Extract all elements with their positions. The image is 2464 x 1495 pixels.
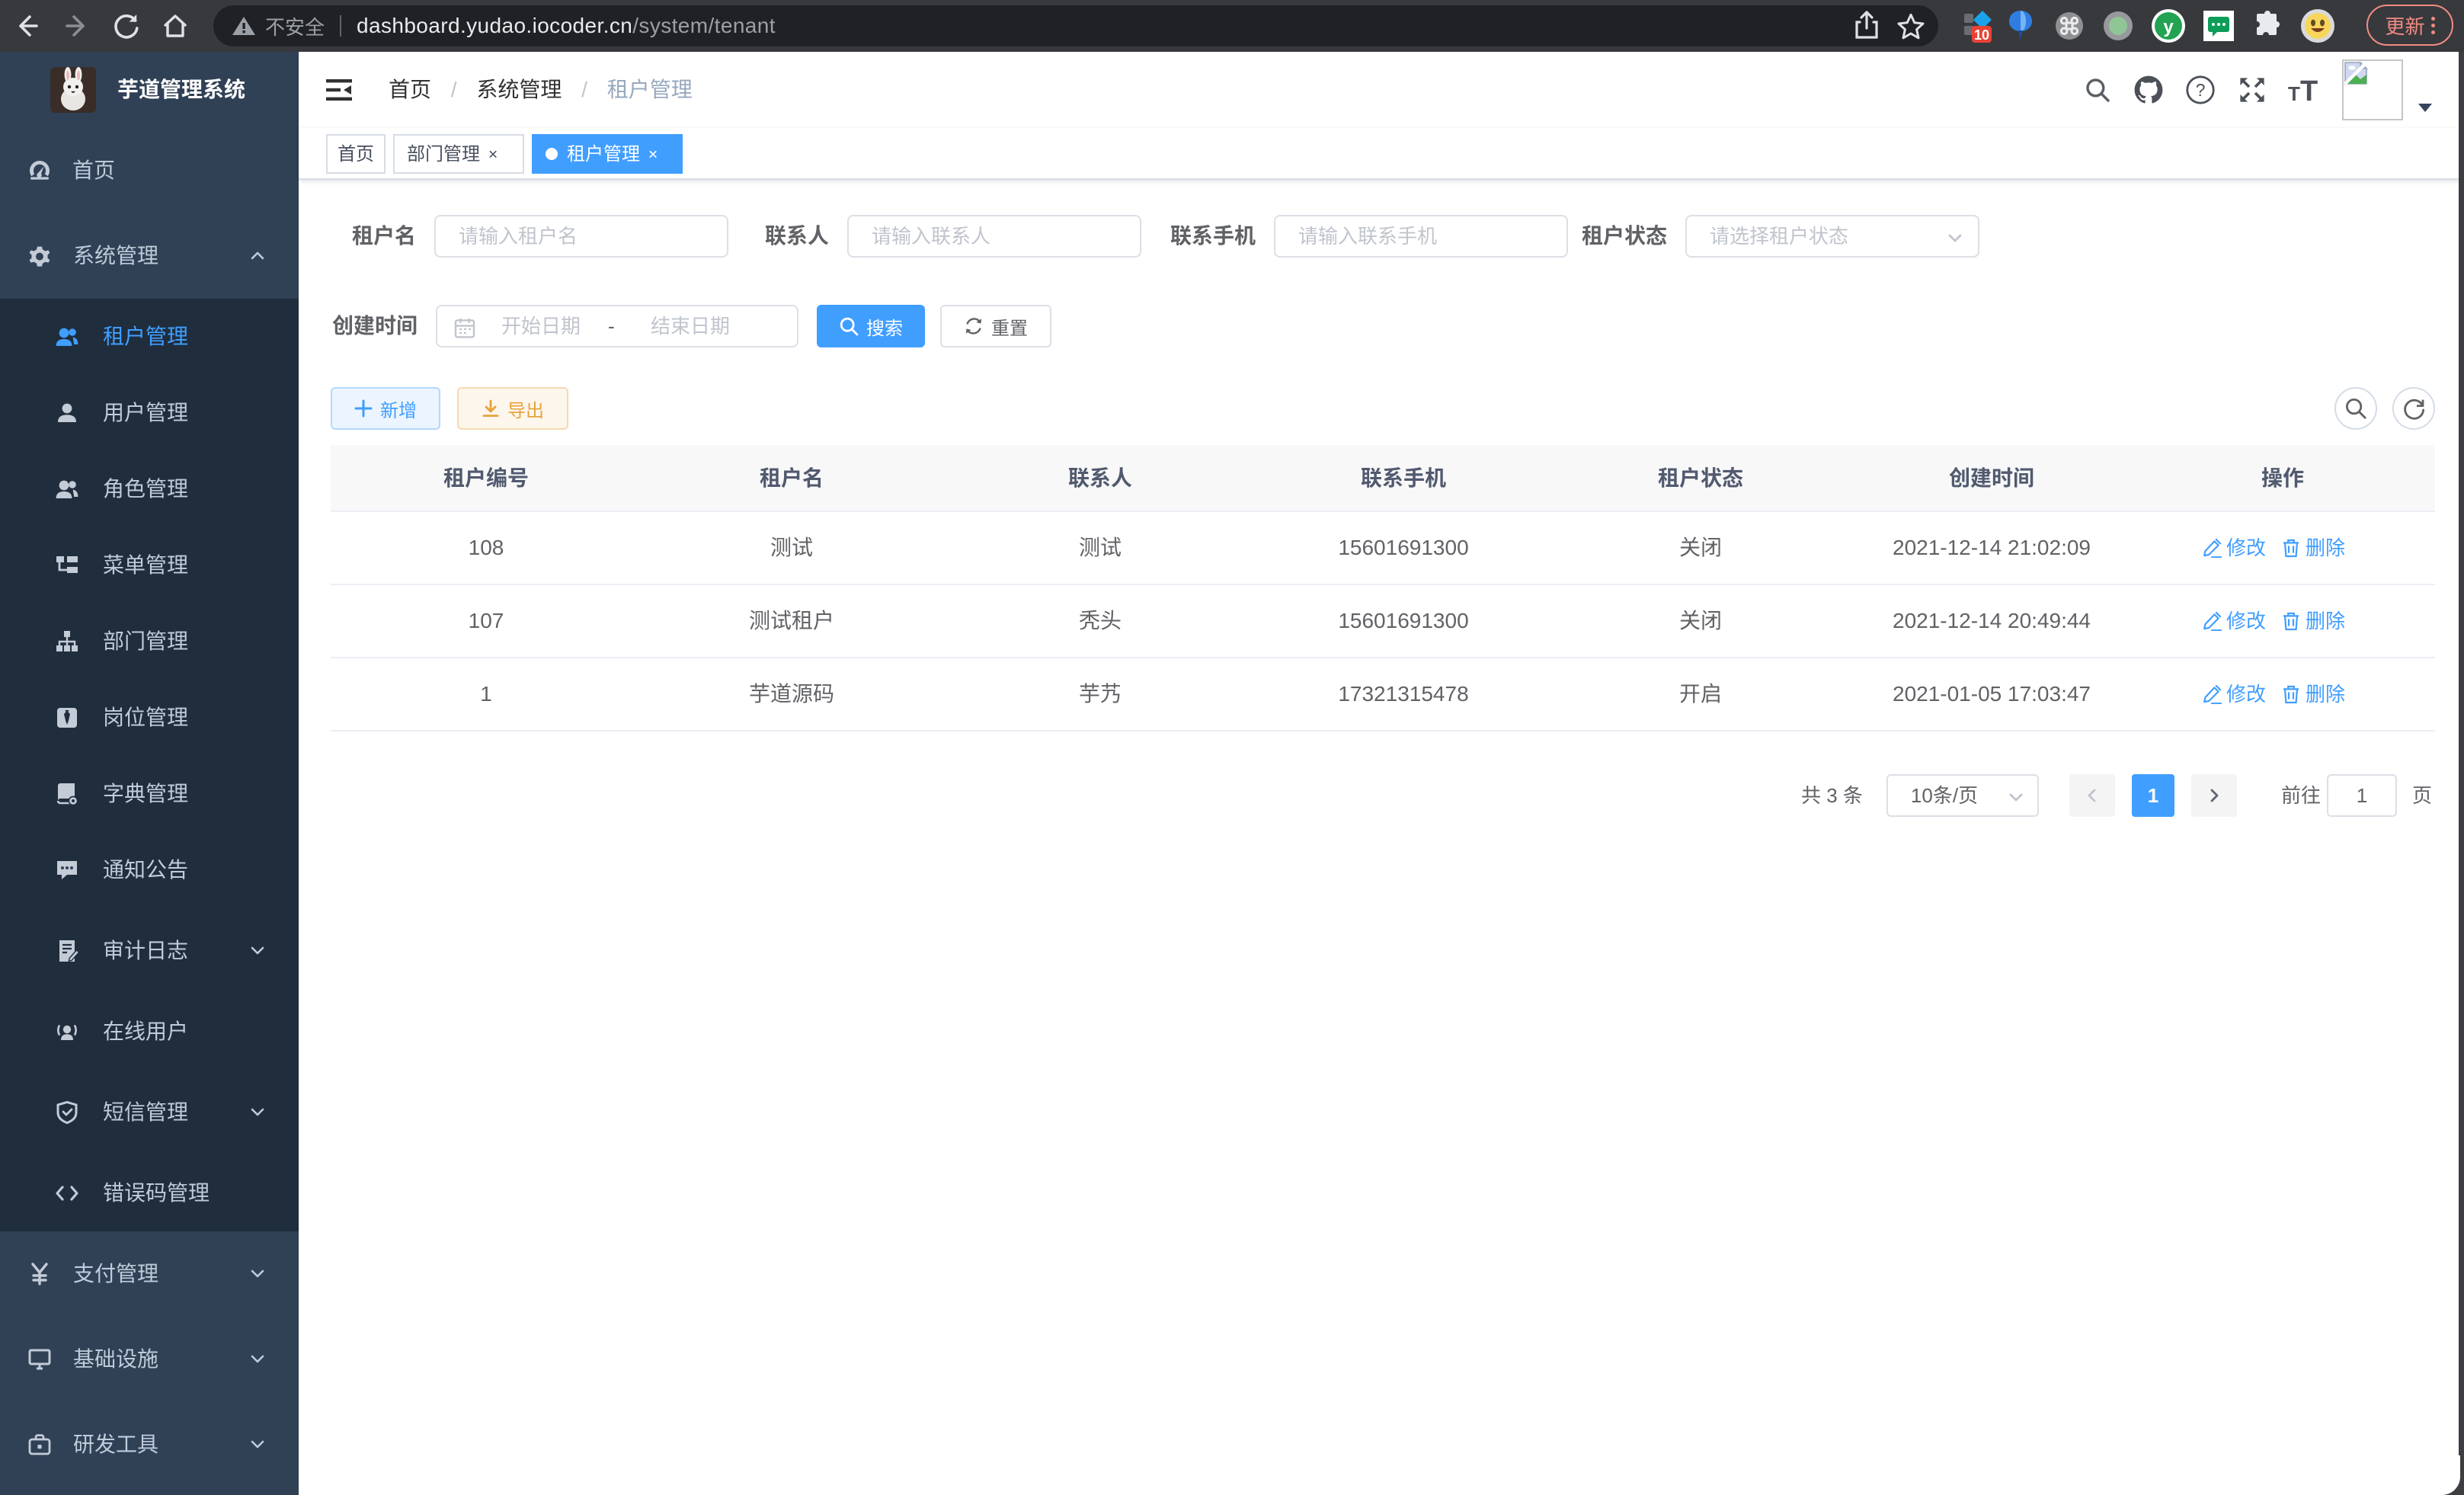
svg-text:T: T <box>2300 76 2318 104</box>
svg-text:y: y <box>2163 17 2174 37</box>
svg-text:T: T <box>2288 82 2300 104</box>
svg-text:10: 10 <box>1974 27 1989 43</box>
svg-text:?: ? <box>2196 80 2206 100</box>
